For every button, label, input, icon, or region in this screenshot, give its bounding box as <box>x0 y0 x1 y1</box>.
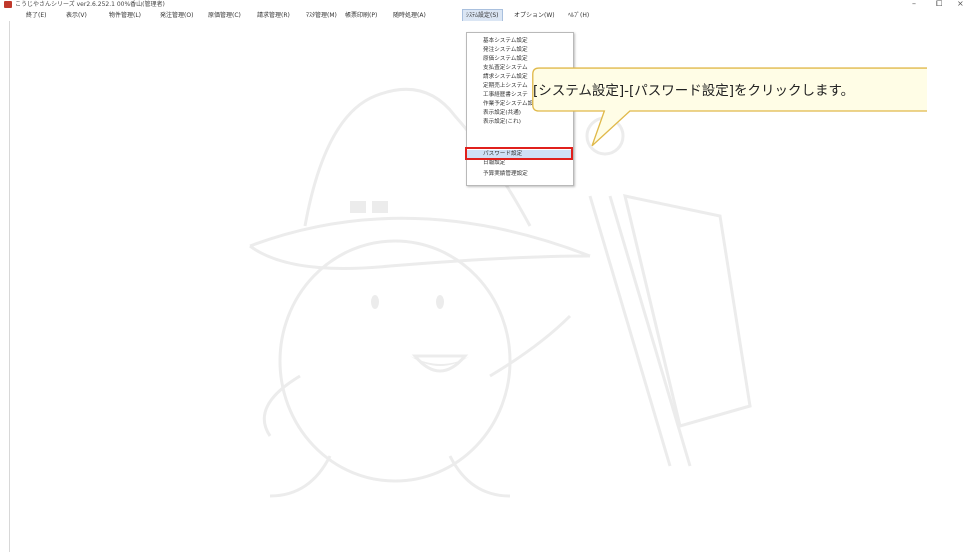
minimize-button[interactable]: – <box>912 0 916 9</box>
dropdown-item-label: 日報設定 <box>483 160 506 166</box>
dropdown-item-budget-actual[interactable]: 予算実績管理設定 <box>467 170 573 179</box>
dropdown-item-cost-system[interactable]: 原価システム設定 <box>467 55 573 64</box>
dropdown-item-label: 基本システム設定 <box>483 38 528 44</box>
callout-text: [システム設定]-[パスワード設定]をクリックします。 <box>533 83 855 99</box>
dropdown-item-label: 支払査定システム <box>483 65 528 71</box>
menu-adhoc[interactable]: 随時処理(A) <box>390 10 429 21</box>
dropdown-item-basic-system[interactable]: 基本システム設定 <box>467 37 573 46</box>
window-title: こうじやさんシリーズ ver2.6.252.1 00%香山(管理者) <box>15 1 165 8</box>
callout-balloon <box>532 67 927 147</box>
dropdown-item-label: 表示設定(これ) <box>483 119 521 125</box>
app-icon <box>4 1 12 8</box>
menu-exit[interactable]: 終了(E) <box>23 10 49 21</box>
dropdown-item-label: 請求システム設定 <box>483 74 528 80</box>
menu-print[interactable]: 帳票印刷(P) <box>342 10 380 21</box>
maximize-button[interactable]: ⧠ <box>936 0 942 9</box>
menu-bar: 終了(E) 表示(V) 物件管理(L) 発注管理(O) 原価管理(C) 請求管理… <box>0 9 967 22</box>
dropdown-item-label: 原価システム設定 <box>483 56 528 62</box>
menu-cost[interactable]: 原価管理(C) <box>205 10 244 21</box>
dropdown-item-order-system[interactable]: 発注システム設定 <box>467 46 573 55</box>
dropdown-item-label: 発注システム設定 <box>483 47 528 53</box>
dropdown-item-label: 予算実績管理設定 <box>483 171 528 177</box>
close-button[interactable]: × <box>957 0 964 9</box>
dropdown-item-label: 定期売上システム <box>483 83 528 89</box>
menu-master[interactable]: ﾏｽﾀ管理(M) <box>303 10 340 21</box>
menu-property[interactable]: 物件管理(L) <box>106 10 144 21</box>
menu-help[interactable]: ﾍﾙﾌﾟ(H) <box>565 10 592 21</box>
menu-options[interactable]: オプション(W) <box>511 10 558 21</box>
menu-view[interactable]: 表示(V) <box>63 10 90 21</box>
dropdown-item-label: 工事経歴書システ <box>483 92 528 98</box>
menu-billing[interactable]: 請求管理(R) <box>254 10 293 21</box>
dropdown-item-daily-report[interactable]: 日報設定 <box>467 159 573 168</box>
dropdown-item-label: 表示設定(共通) <box>483 110 521 116</box>
menu-order[interactable]: 発注管理(O) <box>157 10 196 21</box>
